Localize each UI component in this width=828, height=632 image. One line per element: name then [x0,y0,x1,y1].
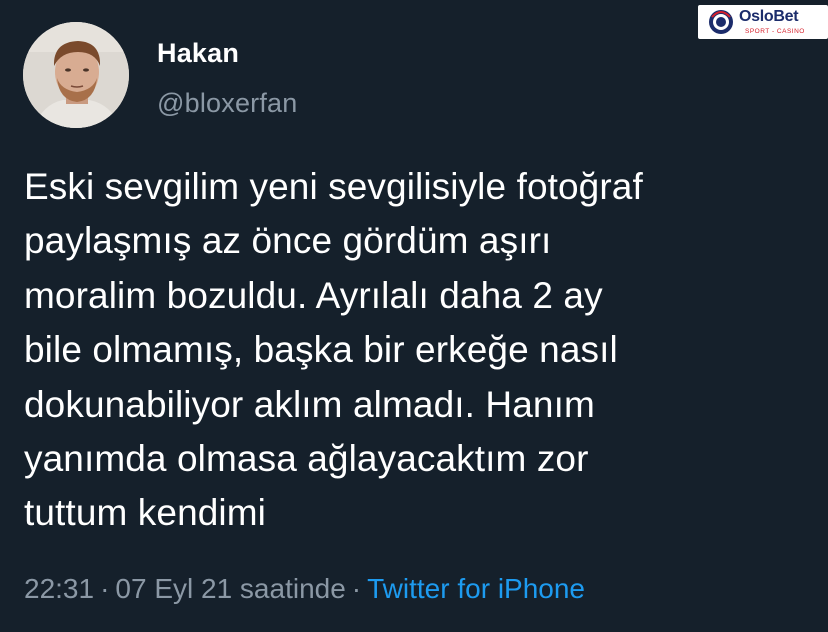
watermark-brand: OsloBet [739,8,799,25]
author-handle[interactable]: @bloxerfan [157,88,297,119]
oslobet-logo-icon [709,10,733,34]
tweet-time[interactable]: 22:31 [24,573,94,604]
author-display-name[interactable]: Hakan [157,38,239,69]
tweet-text-line: moralim bozuldu. Ayrılalı daha 2 ay [24,274,603,316]
avatar-photo [23,22,129,128]
oslobet-watermark: OsloBet SPORT - CASINO [698,5,828,39]
tweet-meta: 22:31 · 07 Eyl 21 saatinde · Twitter for iPh… [24,573,585,605]
tweet-text: Eski sevgilim yeni sevgilisiyle fotoğraf… [24,160,814,541]
tweet-text-line: dokunabiliyor aklım almadı. Hanım [24,383,595,425]
tweet-card: Hakan @bloxerfan Eski sevgilim yeni sevg… [0,0,828,632]
meta-separator: · [100,573,110,604]
tweet-text-line: paylaşmış az önce gördüm aşırı [24,220,552,262]
meta-separator: · [351,573,362,604]
tweet-text-line: yanımda olmasa ağlayacaktım zor [24,438,589,480]
tweet-date[interactable]: 07 Eyl 21 saatinde [115,573,345,604]
tweet-source-link[interactable]: Twitter for iPhone [367,573,585,604]
avatar[interactable] [23,22,129,128]
tweet-text-line: bile olmamış, başka bir erkeğe nasıl [24,329,618,371]
tweet-text-line: tuttum kendimi [24,492,266,534]
watermark-tagline: SPORT - CASINO [745,28,805,35]
tweet-text-line: Eski sevgilim yeni sevgilisiyle fotoğraf [24,166,643,207]
